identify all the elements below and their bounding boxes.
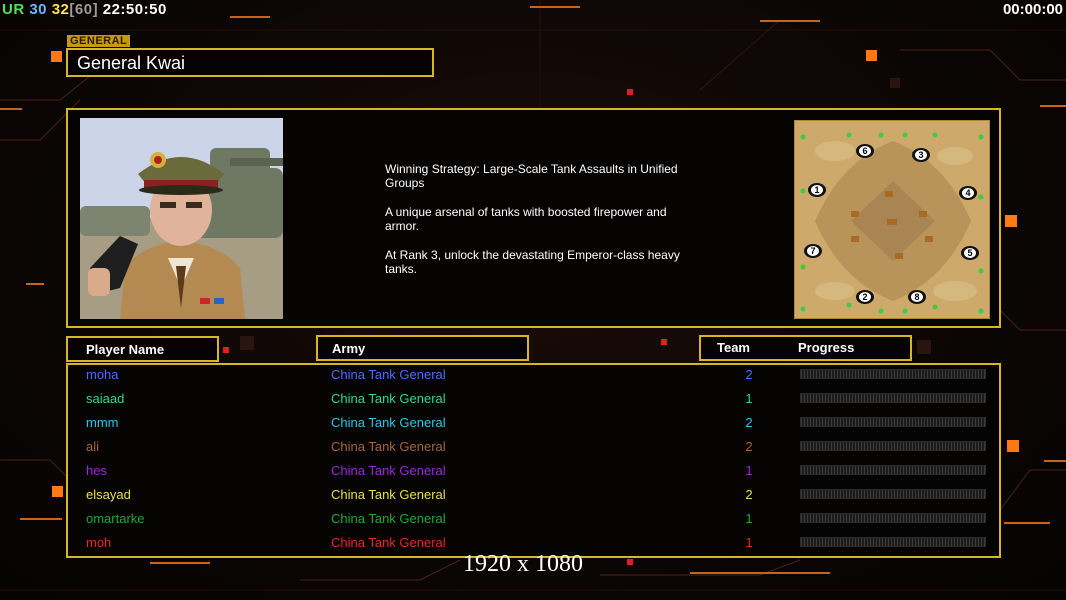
general-portrait: [80, 118, 283, 319]
start-position-4[interactable]: 4: [959, 186, 977, 200]
start-position-8[interactable]: 8: [908, 290, 926, 304]
general-name-box: General Kwai: [66, 48, 434, 77]
table-row[interactable]: moha China Tank General 2: [68, 366, 999, 390]
svg-text:8: 8: [914, 292, 919, 302]
player-name: hes: [86, 463, 107, 478]
player-progress-bar: [800, 369, 986, 379]
table-row[interactable]: ali China Tank General 2: [68, 438, 999, 462]
general-name: General Kwai: [77, 53, 186, 73]
player-army[interactable]: China Tank General: [331, 391, 446, 406]
hud-stats: UR 30 32[60] 22:50:50: [2, 1, 167, 18]
hud-clock: 22:50:50: [102, 1, 167, 18]
army-header: Army: [316, 335, 529, 361]
minimap[interactable]: 1 2 3 4 5 6 7 8: [794, 120, 990, 319]
player-progress-bar: [800, 417, 986, 427]
table-row[interactable]: elsayad China Tank General 2: [68, 486, 999, 510]
general-strategy: Winning Strategy: Large-Scale Tank Assau…: [385, 162, 705, 291]
table-row[interactable]: saiaad China Tank General 1: [68, 390, 999, 414]
hud-stat-2: 32: [51, 1, 70, 18]
player-team[interactable]: 1: [744, 463, 754, 478]
general-tag: GENERAL: [67, 35, 131, 47]
start-position-6[interactable]: 6: [856, 144, 874, 158]
start-position-7[interactable]: 7: [804, 244, 822, 258]
player-team[interactable]: 1: [744, 391, 754, 406]
svg-text:5: 5: [967, 248, 972, 258]
player-progress-bar: [800, 441, 986, 451]
player-army[interactable]: China Tank General: [331, 367, 446, 382]
players-table: moha China Tank General 2 saiaad China Tank …: [66, 363, 1001, 558]
player-progress-bar: [800, 393, 986, 403]
svg-text:4: 4: [965, 188, 970, 198]
player-team[interactable]: 1: [744, 511, 754, 526]
player-army[interactable]: China Tank General: [331, 439, 446, 454]
table-row[interactable]: hes China Tank General 1: [68, 462, 999, 486]
player-name: moh: [86, 535, 112, 550]
player-progress-bar: [800, 489, 986, 499]
player-progress-bar: [800, 537, 986, 547]
team-progress-header: Team Progress: [699, 335, 912, 361]
start-position-3[interactable]: 3: [912, 148, 930, 162]
team-header-label: Team: [717, 340, 750, 355]
start-position-5[interactable]: 5: [961, 246, 979, 260]
player-name: ali: [86, 439, 100, 454]
player-name: mmm: [86, 415, 119, 430]
resolution-label: 1920 x 1080: [463, 551, 583, 577]
player-team[interactable]: 2: [744, 439, 754, 454]
player-team[interactable]: 1: [744, 535, 754, 550]
minimap-start-markers: 1 2 3 4 5 6 7 8: [804, 144, 979, 304]
player-name: saiaad: [86, 391, 125, 406]
player-team[interactable]: 2: [744, 487, 754, 502]
ur-label: UR: [2, 1, 25, 18]
player-army[interactable]: China Tank General: [331, 487, 446, 502]
player-army[interactable]: China Tank General: [331, 415, 446, 430]
player-name-header: Player Name: [66, 336, 219, 362]
player-team[interactable]: 2: [744, 415, 754, 430]
player-progress-bar: [800, 513, 986, 523]
strategy-line-3: At Rank 3, unlock the devastating Empero…: [385, 248, 680, 276]
svg-text:6: 6: [862, 146, 867, 156]
start-position-1[interactable]: 1: [808, 183, 826, 197]
table-row[interactable]: mmm China Tank General 2: [68, 414, 999, 438]
start-position-2[interactable]: 2: [856, 290, 874, 304]
player-team[interactable]: 2: [744, 367, 754, 382]
player-name: moha: [86, 367, 119, 382]
table-row[interactable]: omartarke China Tank General 1: [68, 510, 999, 534]
hud-timer: 00:00:00: [1002, 1, 1063, 18]
army-header-label: Army: [332, 341, 366, 356]
svg-text:7: 7: [810, 246, 815, 256]
player-progress-bar: [800, 465, 986, 475]
player-name-header-label: Player Name: [86, 342, 165, 357]
svg-text:2: 2: [862, 292, 867, 302]
hud-stat-1: 30: [29, 1, 48, 18]
player-army[interactable]: China Tank General: [331, 511, 446, 526]
player-army[interactable]: China Tank General: [331, 535, 446, 550]
svg-text:3: 3: [918, 150, 923, 160]
player-name: omartarke: [86, 511, 145, 526]
svg-text:1: 1: [814, 185, 819, 195]
general-portrait-icon: [80, 118, 283, 319]
strategy-line-1: Winning Strategy: Large-Scale Tank Assau…: [385, 162, 678, 190]
player-name: elsayad: [86, 487, 131, 502]
player-army[interactable]: China Tank General: [331, 463, 446, 478]
hud-stat-3: [60]: [69, 1, 99, 18]
strategy-line-2: A unique arsenal of tanks with boosted f…: [385, 205, 667, 233]
progress-header-label: Progress: [798, 340, 855, 355]
